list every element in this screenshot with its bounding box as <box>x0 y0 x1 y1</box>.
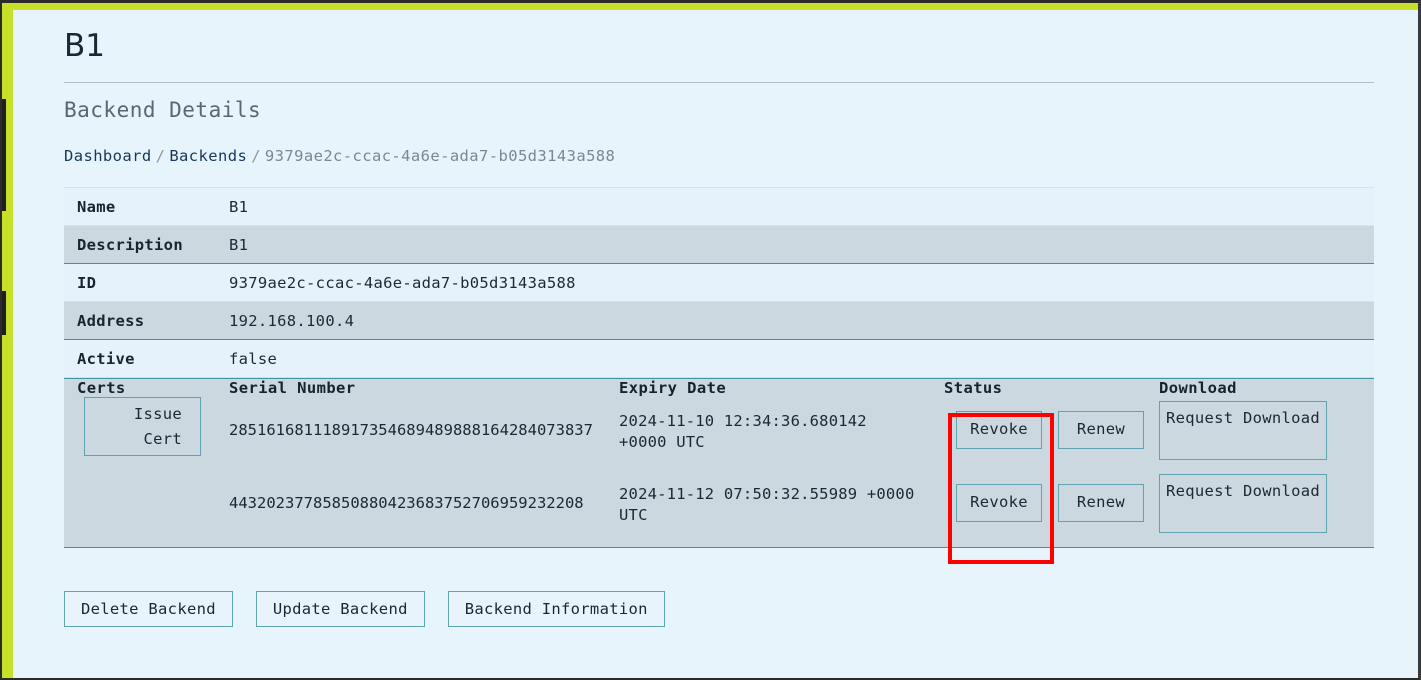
breadcrumb-separator-1: / <box>155 147 166 165</box>
detail-value-description: B1 <box>229 225 1374 264</box>
cert-serial-value: 44320237785850880423683752706959232208 <box>229 494 584 512</box>
breadcrumb-link-dashboard[interactable]: Dashboard <box>64 147 152 165</box>
content-column: B1 Backend Details Dashboard / Backends/93… <box>64 10 1374 627</box>
page-title: B1 <box>64 28 105 64</box>
browser-viewport: B1 Backend Details Dashboard / Backends/93… <box>0 0 1421 680</box>
detail-label-id: ID <box>64 263 229 302</box>
request-download-button[interactable]: Request Download <box>1159 474 1327 533</box>
renew-button[interactable]: Renew <box>1058 484 1144 522</box>
cert-expiry-cell: 2024-11-12 07:50:32.55989 +0000 UTC <box>619 460 944 533</box>
detail-label-description: Description <box>64 225 229 264</box>
cert-expiry-cell: 2024-11-10 12:34:36.680142 +0000 UTC <box>619 397 944 460</box>
table-row: Active false <box>64 339 1374 378</box>
table-row: Address 192.168.100.4 <box>64 301 1374 340</box>
issue-cert-cell: Issue Cert <box>64 397 229 460</box>
breadcrumb: Dashboard / Backends/9379ae2c-ccac-4a6e-ad… <box>64 146 1374 166</box>
detail-value-id: 9379ae2c-ccac-4a6e-ada7-b05d3143a588 <box>229 263 1374 302</box>
page-body: B1 Backend Details Dashboard / Backends/93… <box>13 10 1417 678</box>
backend-actions: Delete Backend Update Backend Backend In… <box>64 591 1374 627</box>
cert-download-cell: Request Download <box>1159 397 1374 460</box>
breadcrumb-link-backends[interactable]: Backends <box>169 147 247 165</box>
detail-value-name: B1 <box>229 187 1374 226</box>
detail-label-active: Active <box>64 339 229 378</box>
backend-details-table: Name B1 Description B1 ID 9379ae2c-ccac-… <box>64 187 1374 378</box>
detail-value-address: 192.168.100.4 <box>229 301 1374 340</box>
request-download-button[interactable]: Request Download <box>1159 401 1327 460</box>
cert-expiry-value: 2024-11-10 12:34:36.680142 +0000 UTC <box>619 412 867 451</box>
breadcrumb-separator-2: / <box>251 147 261 165</box>
certs-header-expiry: Expiry Date <box>619 379 727 397</box>
cert-row: Issue Cert 28516168111891735468948988816… <box>64 397 1374 460</box>
cert-expiry-value: 2024-11-12 07:50:32.55989 +0000 UTC <box>619 485 915 524</box>
certs-table: Certs Serial Number Expiry Date Status D… <box>64 379 1374 533</box>
table-row: ID 9379ae2c-ccac-4a6e-ada7-b05d3143a588 <box>64 263 1374 302</box>
issue-cert-spacer <box>64 460 229 533</box>
revoke-button[interactable]: Revoke <box>956 484 1042 522</box>
certs-header-row: Certs Serial Number Expiry Date Status D… <box>64 379 1374 397</box>
cert-serial-value: 285161681118917354689489888164284073837 <box>229 421 593 439</box>
backend-information-button[interactable]: Backend Information <box>447 591 665 627</box>
certs-label: Certs <box>77 379 126 397</box>
cert-download-cell: Request Download <box>1159 460 1374 533</box>
title-divider <box>64 82 1374 83</box>
table-row: Description B1 <box>64 225 1374 264</box>
certs-header-serial: Serial Number <box>229 379 356 397</box>
window-accent-top-bar <box>2 3 1418 10</box>
certs-section: Certs Serial Number Expiry Date Status D… <box>64 378 1374 564</box>
revoke-button[interactable]: Revoke <box>956 411 1042 449</box>
detail-label-name: Name <box>64 187 229 226</box>
table-row: Name B1 <box>64 187 1374 226</box>
detail-value-active: false <box>229 339 1374 378</box>
cert-serial-cell: 44320237785850880423683752706959232208 <box>229 460 619 533</box>
section-heading: Backend Details <box>64 98 262 122</box>
breadcrumb-current-id: 9379ae2c-ccac-4a6e-ada7-b05d3143a588 <box>264 147 616 165</box>
cert-status-cell: Revoke Renew <box>944 397 1159 460</box>
certs-header-download: Download <box>1159 379 1237 397</box>
cert-status-cell: Revoke Renew <box>944 460 1159 533</box>
renew-button[interactable]: Renew <box>1058 411 1144 449</box>
cert-row: 44320237785850880423683752706959232208 2… <box>64 460 1374 533</box>
delete-backend-button[interactable]: Delete Backend <box>64 591 233 627</box>
certs-header-status: Status <box>944 379 1003 397</box>
window-edge-notch-lower <box>2 291 6 335</box>
issue-cert-button[interactable]: Issue Cert <box>84 397 201 456</box>
update-backend-button[interactable]: Update Backend <box>255 591 425 627</box>
window-edge-notch-upper <box>2 99 6 211</box>
cert-serial-cell: 285161681118917354689489888164284073837 <box>229 397 619 460</box>
detail-label-address: Address <box>64 301 229 340</box>
